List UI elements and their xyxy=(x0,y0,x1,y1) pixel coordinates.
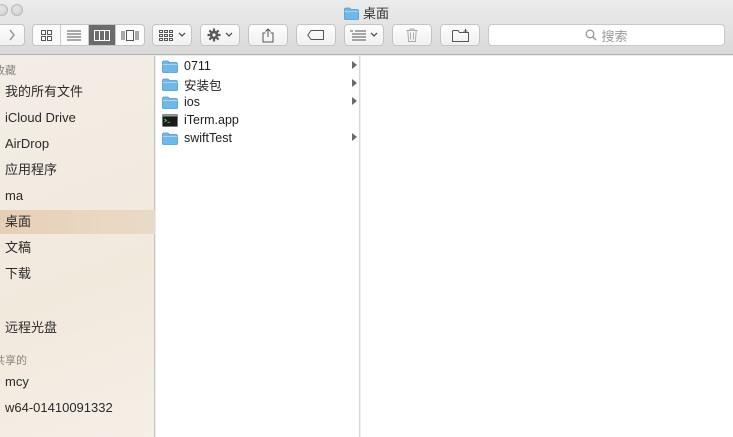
sidebar: 收藏 我的所有文件 iCloud Drive AirDrop 应用程序 ma 桌… xyxy=(0,56,155,437)
trash-icon xyxy=(406,28,418,42)
delete-button[interactable] xyxy=(392,24,432,46)
sidebar-item-downloads[interactable]: 下载 xyxy=(0,262,155,286)
sidebar-item-documents[interactable]: 文稿 xyxy=(0,236,155,260)
sidebar-item-remote-disc[interactable]: 远程光盘 xyxy=(0,316,155,340)
file-name: ios xyxy=(184,95,200,109)
tags-button[interactable] xyxy=(296,24,336,46)
sidebar-item-home[interactable]: ma xyxy=(0,184,155,208)
file-row[interactable]: swiftTest xyxy=(156,129,360,147)
sidebar-item-label: 桌面 xyxy=(5,214,32,229)
sidebar-item-icloud-drive[interactable]: iCloud Drive xyxy=(0,106,155,130)
search-field[interactable]: 搜索 xyxy=(488,24,725,46)
view-mode-segmented-control[interactable] xyxy=(32,24,145,46)
chevron-right-icon xyxy=(8,29,15,41)
sidebar-item-label: iCloud Drive xyxy=(5,110,76,125)
sidebar-item-label: 远程光盘 xyxy=(5,320,58,335)
toolbar: 桌面 搜索 xyxy=(0,0,733,55)
sidebar-item-label: mcy xyxy=(5,374,29,389)
file-name: 0711 xyxy=(184,59,211,73)
columns-icon xyxy=(93,29,110,41)
cover-flow-view-button[interactable] xyxy=(116,25,144,45)
column-view-button[interactable] xyxy=(88,25,117,45)
search-icon xyxy=(586,29,598,41)
sidebar-section-shared: 共享的 xyxy=(0,355,27,367)
sidebar-item-all-my-files[interactable]: 我的所有文件 xyxy=(0,80,155,104)
sidebar-item-desktop[interactable]: 桌面 xyxy=(0,210,155,234)
forward-button[interactable] xyxy=(0,24,25,46)
share-button[interactable] xyxy=(248,24,288,46)
chevron-down-icon xyxy=(178,32,185,37)
folder-icon xyxy=(162,131,178,145)
new-folder-icon xyxy=(451,28,469,42)
folder-icon xyxy=(162,77,178,91)
chevron-down-icon xyxy=(370,32,378,37)
new-folder-button[interactable] xyxy=(440,24,480,46)
tag-icon xyxy=(307,30,324,40)
sidebar-section-favorites: 收藏 xyxy=(0,65,16,77)
window-title-text: 桌面 xyxy=(362,6,389,21)
file-name: iTerm.app xyxy=(184,113,239,127)
folder-icon xyxy=(162,59,178,73)
file-name: 安装包 xyxy=(184,78,222,93)
sidebar-item-label: w64-01410091332 xyxy=(5,400,113,415)
group-by-button[interactable] xyxy=(344,24,384,46)
sidebar-item-applications[interactable]: 应用程序 xyxy=(0,158,155,182)
sort-list-icon xyxy=(350,30,366,40)
list-icon xyxy=(67,30,82,40)
sidebar-item-label: 下载 xyxy=(5,266,32,281)
file-row[interactable]: 0711 xyxy=(156,57,360,75)
disclosure-arrow-icon xyxy=(352,61,357,69)
icon-view-button[interactable] xyxy=(33,25,61,45)
file-name: swiftTest xyxy=(184,131,232,145)
arrange-button[interactable] xyxy=(152,24,192,46)
folder-icon xyxy=(344,7,359,23)
grid-icon xyxy=(40,29,52,41)
sidebar-item-shared-w64[interactable]: w64-01410091332 xyxy=(0,396,155,420)
disclosure-arrow-icon xyxy=(352,133,357,141)
folder-icon xyxy=(162,95,178,109)
arrange-grid-icon xyxy=(158,29,173,41)
sidebar-item-label: ma xyxy=(5,188,24,203)
sidebar-item-label: 应用程序 xyxy=(5,162,58,177)
gear-icon xyxy=(207,28,221,42)
action-button[interactable] xyxy=(200,24,240,46)
sidebar-item-shared-mcy[interactable]: mcy xyxy=(0,370,155,394)
file-row[interactable]: iTerm.app xyxy=(156,111,360,129)
list-view-button[interactable] xyxy=(61,25,89,45)
window-title: 桌面 xyxy=(0,3,733,23)
terminal-app-icon xyxy=(162,113,178,127)
disclosure-arrow-icon xyxy=(352,79,357,87)
search-placeholder: 搜索 xyxy=(601,28,628,44)
file-column: 0711 安装包 ios iTerm.app swiftTest xyxy=(156,56,360,437)
sidebar-item-label: AirDrop xyxy=(5,136,50,151)
chevron-down-icon xyxy=(225,32,233,37)
sidebar-item-airdrop[interactable]: AirDrop xyxy=(0,132,155,156)
disclosure-arrow-icon xyxy=(352,97,357,105)
empty-column[interactable] xyxy=(361,56,733,437)
sidebar-item-label: 文稿 xyxy=(5,240,32,255)
share-icon xyxy=(262,27,274,42)
cover-flow-icon xyxy=(121,29,139,41)
sidebar-item-label: 我的所有文件 xyxy=(5,84,84,99)
file-row[interactable]: 安装包 xyxy=(156,75,360,93)
file-row[interactable]: ios xyxy=(156,93,360,111)
